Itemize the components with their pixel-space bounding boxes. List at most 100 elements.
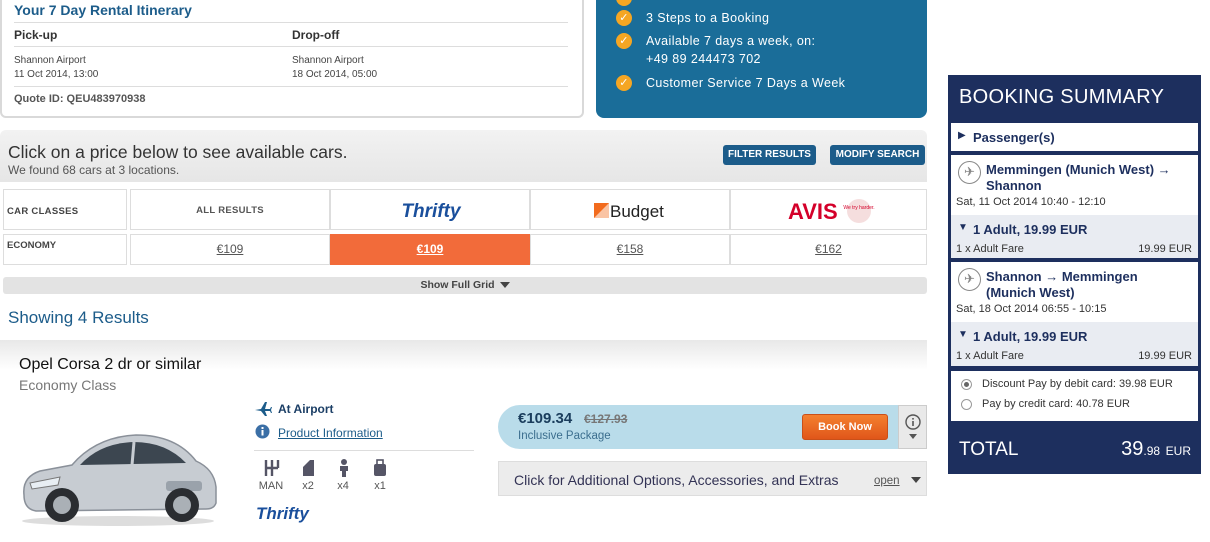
thrifty-logo: Thrifty <box>401 201 462 222</box>
check-icon: ✓ <box>616 33 632 49</box>
total-integer: 39 <box>1121 438 1144 460</box>
door-icon <box>298 458 318 478</box>
debit-card-label: Discount Pay by debit card: 39.98 EUR <box>982 378 1173 390</box>
divider <box>14 86 568 87</box>
svg-text:Thrifty: Thrifty <box>401 201 462 222</box>
avis-logo: AVIS We try harder. <box>788 199 875 224</box>
economy-row-label-cell: ECONOMY <box>3 234 127 265</box>
additional-options-bar[interactable]: Click for Additional Options, Accessorie… <box>498 461 927 496</box>
outbound-fare[interactable]: ▼ 1 Adult, 19.99 EUR 1 x Adult Fare 19.9… <box>951 215 1198 258</box>
divider <box>254 450 474 451</box>
doors-label: x2 <box>302 480 314 492</box>
modify-search-button[interactable]: MODIFY SEARCH <box>830 145 925 165</box>
book-now-button[interactable]: Book Now <box>802 414 888 440</box>
car-image <box>22 434 217 526</box>
all-results-header[interactable]: ALL RESULTS <box>130 189 330 230</box>
return-fare-value: 19.99 EUR <box>1138 350 1192 362</box>
budget-logo-cell[interactable]: Budget <box>530 189 730 230</box>
pickup-datetime: 11 Oct 2014, 13:00 <box>14 69 99 80</box>
info-icon <box>905 414 921 439</box>
filter-results-button[interactable]: FILTER RESULTS <box>723 145 816 165</box>
payment-options: Discount Pay by debit card: 39.98 EUR Pa… <box>951 371 1198 421</box>
all-results-label: ALL RESULTS <box>196 205 264 216</box>
economy-label: ECONOMY <box>7 240 57 251</box>
svg-text:Thrifty: Thrifty <box>256 504 310 523</box>
outbound-datetime: Sat, 11 Oct 2014 10:40 - 12:10 <box>956 196 1106 208</box>
phone-number: +49 89 244473 702 <box>646 52 761 66</box>
passengers-label: Passenger(s) <box>973 130 1055 145</box>
details-info-button[interactable] <box>898 405 927 449</box>
car-price: €109.34 <box>518 410 573 427</box>
svg-text:AVIS: AVIS <box>788 199 838 224</box>
return-fare-title: 1 Adult, 19.99 EUR <box>973 329 1088 344</box>
price-box: €109.34 €127.93 Inclusive Package Book N… <box>498 405 898 449</box>
results-title: Click on a price below to see available … <box>8 142 348 162</box>
promo-text: 3 Steps to a Booking <box>646 11 770 25</box>
price-cell-avis[interactable]: €162 <box>730 234 927 265</box>
quote-id: Quote ID: QEU483970938 <box>14 93 146 105</box>
promo-text: Customer Service 7 Days a Week <box>646 76 846 90</box>
triangle-down-icon: ▼ <box>958 222 968 233</box>
total-currency: EUR <box>1165 444 1191 458</box>
outbound-fare-label: 1 x Adult Fare <box>956 243 1024 255</box>
luggage-label: x1 <box>374 480 386 492</box>
product-information-link[interactable]: Product Information <box>278 426 383 440</box>
info-icon <box>255 424 270 439</box>
results-subtitle: We found 68 cars at 3 locations. <box>8 163 180 177</box>
price-link[interactable]: €162 <box>731 242 926 256</box>
credit-card-label: Pay by credit card: 40.78 EUR <box>982 398 1130 410</box>
triangle-right-icon: ▶ <box>958 130 966 141</box>
passengers-label: x4 <box>337 480 349 492</box>
rental-itinerary-card: Your 7 Day Rental Itinerary Pick-up Drop… <box>0 0 584 118</box>
open-options-link[interactable]: open <box>874 475 900 487</box>
booking-summary-title: BOOKING SUMMARY <box>959 86 1165 108</box>
itinerary-title: Your 7 Day Rental Itinerary <box>14 2 192 18</box>
price-link[interactable]: €109 <box>131 242 329 256</box>
avis-logo-cell[interactable]: AVIS We try harder. <box>730 189 927 230</box>
results-header: Click on a price below to see available … <box>0 130 927 182</box>
airplane-icon: ✈ <box>958 161 981 184</box>
package-label: Inclusive Package <box>518 430 611 442</box>
total-value: 39.98 EUR <box>1121 438 1191 461</box>
car-classes-header: CAR CLASSES <box>3 189 127 230</box>
promo-text: Available 7 days a week, on: <box>646 34 816 48</box>
location-label: At Airport <box>278 402 334 416</box>
thrifty-logo-cell[interactable]: Thrifty <box>330 189 530 230</box>
outbound-flight: ✈ Memmingen (Munich West) → Shannon Sat,… <box>951 155 1198 258</box>
price-cell-all[interactable]: €109 <box>130 234 330 265</box>
thrifty-logo: Thrifty <box>256 504 310 523</box>
transmission-label: MAN <box>258 480 284 492</box>
triangle-down-icon: ▼ <box>958 329 968 340</box>
show-full-grid-button[interactable]: Show Full Grid <box>3 277 927 294</box>
outbound-route: Memmingen (Munich West) → Shannon <box>986 162 1171 193</box>
svg-text:Budget: Budget <box>610 202 664 221</box>
total-decimal: .98 <box>1143 444 1161 458</box>
return-route: Shannon → Memmingen (Munich West) <box>986 269 1138 300</box>
old-price: €127.93 <box>584 412 628 426</box>
budget-logo: Budget <box>594 202 664 221</box>
price-cell-thrifty[interactable]: €109 <box>330 234 530 265</box>
airplane-icon: ✈ <box>958 268 981 291</box>
svg-text:We try harder.: We try harder. <box>843 205 874 211</box>
booking-summary: BOOKING SUMMARY ▶ Passenger(s) ✈ Memming… <box>948 75 1201 474</box>
return-flight: ✈ Shannon → Memmingen (Munich West) Sat,… <box>951 262 1198 366</box>
passengers-toggle[interactable]: ▶ Passenger(s) <box>951 123 1198 151</box>
additional-options-text: Click for Additional Options, Accessorie… <box>514 472 839 488</box>
price-link[interactable]: €158 <box>531 242 729 256</box>
outbound-fare-value: 19.99 EUR <box>1138 243 1192 255</box>
car-classes-label: CAR CLASSES <box>7 206 79 217</box>
promo-panel: ✓ ✓ 3 Steps to a Booking ✓ Available 7 d… <box>596 0 927 118</box>
passenger-icon <box>334 458 354 478</box>
return-datetime: Sat, 18 Oct 2014 06:55 - 10:15 <box>956 303 1107 315</box>
price-cell-budget[interactable]: €158 <box>530 234 730 265</box>
return-fare-label: 1 x Adult Fare <box>956 350 1024 362</box>
debit-card-radio[interactable] <box>961 379 972 390</box>
price-link[interactable]: €109 <box>331 242 529 256</box>
credit-card-radio[interactable] <box>961 399 972 410</box>
return-fare[interactable]: ▼ 1 Adult, 19.99 EUR 1 x Adult Fare 19.9… <box>951 322 1198 366</box>
total-label: TOTAL <box>959 439 1019 460</box>
car-class: Economy Class <box>19 377 117 393</box>
pickup-label: Pick-up <box>14 28 58 42</box>
pickup-location: Shannon Airport <box>14 55 86 66</box>
dropoff-label: Drop-off <box>292 28 340 42</box>
